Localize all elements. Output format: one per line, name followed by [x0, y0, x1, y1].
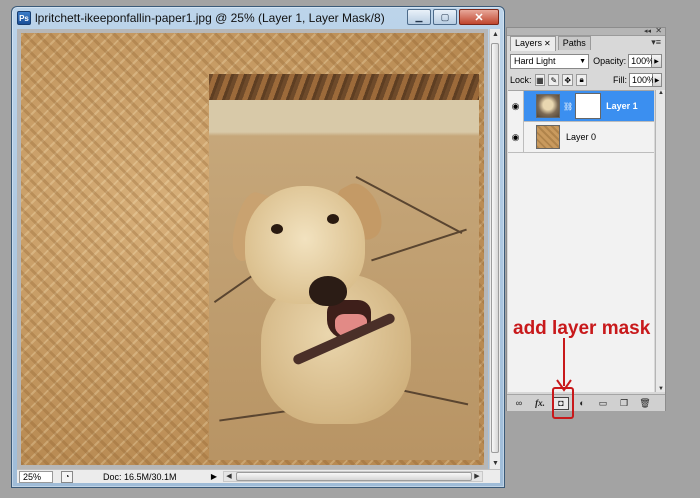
tab-paths[interactable]: Paths [557, 36, 591, 50]
close-icon[interactable]: ✕ [459, 9, 499, 25]
panel-menu-icon[interactable]: ▾≡ [651, 37, 661, 48]
scroll-down-icon[interactable]: ▼ [656, 386, 666, 392]
canvas-image [21, 33, 484, 465]
canvas-area[interactable] [17, 29, 488, 469]
scroll-up-icon[interactable]: ▲ [656, 90, 666, 96]
photoshop-doc-icon: Ps [17, 11, 31, 25]
opacity-field[interactable]: 100% [628, 54, 654, 68]
layer-row-layer-0[interactable]: ◉ Layer 0 [508, 121, 654, 153]
trash-icon[interactable]: 🗑︎ [637, 397, 653, 410]
panel-close-icon[interactable]: ✕ [655, 26, 662, 35]
scroll-down-icon[interactable]: ▼ [490, 458, 501, 469]
eye-icon[interactable]: ◉ [508, 90, 524, 122]
blend-mode-select[interactable]: Hard Light ▼ [510, 53, 590, 69]
status-info-icon[interactable]: ◔ [61, 470, 73, 483]
vertical-scrollbar[interactable]: ▲ ▼ [489, 29, 500, 469]
document-titlebar[interactable]: Ps lpritchett-ikeeponfallin-paper1.jpg @… [12, 7, 504, 29]
layer-mask-thumbnail[interactable] [575, 93, 602, 119]
layers-scrollbar[interactable]: ▲ ▼ [655, 90, 665, 392]
lock-label: Lock: [510, 75, 532, 85]
layer-thumbnail [536, 125, 560, 149]
tab-close-icon[interactable]: ✕ [544, 39, 551, 48]
lock-all-icon[interactable]: 🔒︎ [576, 74, 588, 86]
annotation-arrow [552, 338, 574, 419]
chain-link-icon[interactable]: ⛓ [563, 102, 573, 111]
doc-size-label: Doc: 16.5M/30.1M [103, 471, 177, 482]
tab-layers[interactable]: Layers ✕ [510, 36, 556, 51]
eye-icon[interactable]: ◉ [508, 121, 524, 153]
lock-transparent-icon[interactable]: ▦ [534, 74, 546, 86]
minimize-icon[interactable]: ▁ [407, 9, 431, 25]
opacity-label: Opacity: [593, 56, 627, 66]
dog-photo [209, 74, 479, 460]
scroll-right-icon[interactable]: ▶ [472, 472, 482, 481]
panel-header[interactable]: ◂◂ ✕ [507, 26, 665, 36]
fill-field[interactable]: 100% [629, 73, 655, 87]
layer-thumbnail [536, 94, 560, 118]
zoom-field[interactable]: 25% [19, 470, 53, 483]
status-bar: 25% ◔ Doc: 16.5M/30.1M ▶ ◀ ▶ [17, 469, 500, 483]
scroll-up-icon[interactable]: ▲ [490, 29, 501, 40]
lock-paint-icon[interactable]: ✎ [548, 74, 560, 86]
chevron-down-icon: ▼ [579, 57, 587, 65]
new-group-icon[interactable]: ▭ [595, 397, 611, 410]
document-title: lpritchett-ikeeponfallin-paper1.jpg @ 25… [35, 11, 385, 25]
status-menu-arrow-icon[interactable]: ▶ [209, 472, 219, 481]
layer-name: Layer 1 [606, 101, 638, 111]
fill-label: Fill: [613, 75, 628, 85]
link-layers-icon[interactable]: ∞ [511, 397, 527, 410]
scroll-left-icon[interactable]: ◀ [224, 472, 234, 481]
lock-move-icon[interactable]: ✥ [562, 74, 574, 86]
maximize-icon[interactable]: ▢ [433, 9, 457, 25]
collapse-icon[interactable]: ◂◂ [644, 27, 651, 35]
opacity-slider-arrow-icon[interactable]: ▶ [652, 54, 662, 68]
layer-name: Layer 0 [566, 132, 597, 142]
horizontal-scrollbar[interactable]: ◀ ▶ [223, 471, 483, 482]
fill-slider-arrow-icon[interactable]: ▶ [653, 73, 662, 87]
document-window: Ps lpritchett-ikeeponfallin-paper1.jpg @… [11, 6, 505, 488]
new-layer-icon[interactable]: ❐ [616, 397, 632, 410]
layer-row-layer-1[interactable]: ◉ ⛓ Layer 1 [508, 90, 654, 122]
